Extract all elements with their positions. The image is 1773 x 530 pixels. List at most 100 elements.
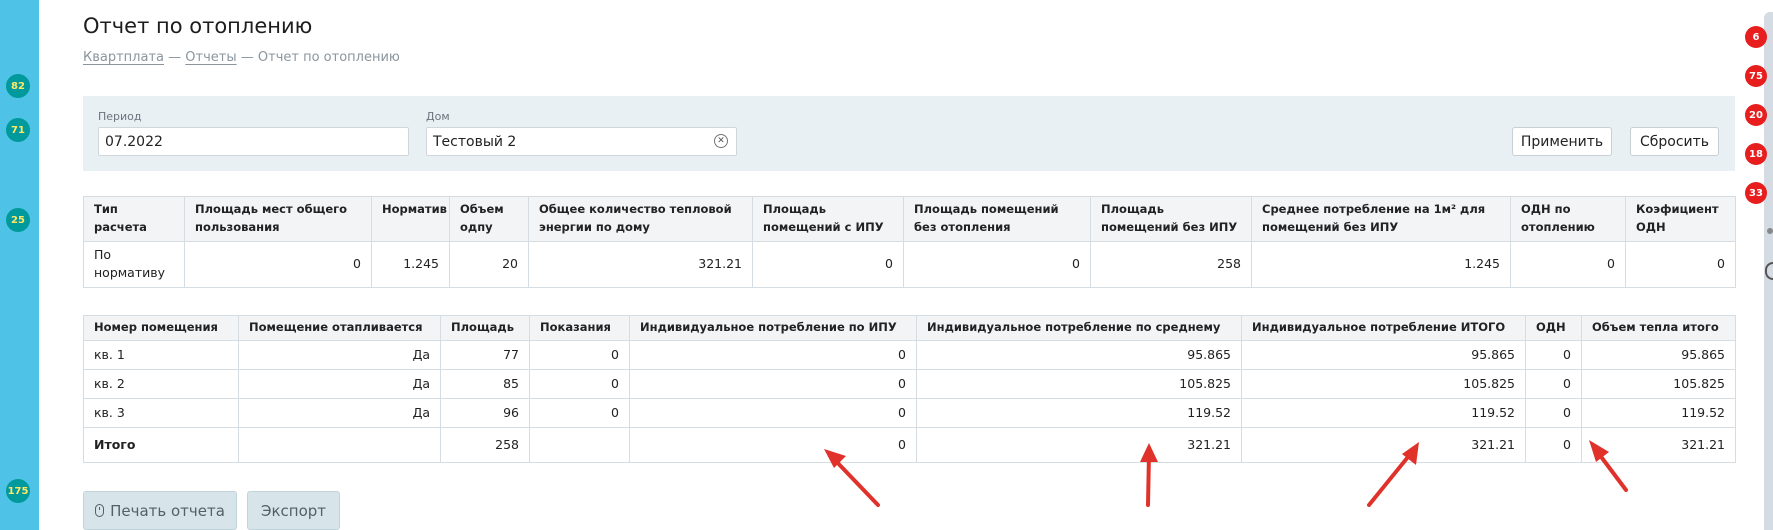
table-cell: кв. 3 — [83, 397, 239, 428]
table-cell: 119.52 — [916, 397, 1242, 428]
col-header: Индивидуальное потребление по среднему — [916, 315, 1242, 341]
table-row: кв. 1 Да 77 0 0 95.865 95.865 0 95.865 — [83, 339, 1736, 370]
app-root: 82 71 25 175 6 75 20 18 33 Отчет по отоп… — [0, 0, 1773, 530]
dot-icon — [1767, 228, 1773, 234]
col-header: Площадь мест общего пользования — [184, 196, 372, 242]
table-cell: 0 — [529, 339, 630, 370]
col-header: ОДН — [1525, 315, 1582, 341]
total-label: Итого — [83, 426, 239, 463]
chat-icon[interactable] — [1765, 262, 1773, 280]
house-select[interactable]: Тестовый 2 ✕ — [426, 127, 737, 156]
clear-icon[interactable]: ✕ — [714, 134, 728, 148]
house-select-value: Тестовый 2 — [433, 134, 517, 150]
table-cell: 321.21 — [1581, 426, 1736, 463]
apply-button[interactable]: Применить — [1512, 127, 1612, 156]
table-row: По нормативу 0 1.245 20 321.21 0 0 258 1… — [83, 240, 1736, 288]
table-cell: 105.825 — [916, 368, 1242, 399]
table-cell: 0 — [752, 240, 904, 288]
col-header: Индивидуальное потребление по ИПУ — [629, 315, 917, 341]
table-cell: 0 — [629, 426, 917, 463]
col-header: Площадь — [440, 315, 530, 341]
mouse-icon — [95, 504, 105, 517]
table-cell: 0 — [629, 397, 917, 428]
table-cell: 1.245 — [371, 240, 450, 288]
table-cell: 20 — [449, 240, 529, 288]
notification-badge[interactable]: 20 — [1745, 104, 1767, 126]
notification-badge[interactable]: 18 — [1745, 143, 1767, 165]
breadcrumb-link-reports[interactable]: Отчеты — [185, 50, 236, 65]
table-cell: 321.21 — [528, 240, 753, 288]
table-cell: 0 — [529, 397, 630, 428]
table-cell: 95.865 — [916, 339, 1242, 370]
table-cell — [238, 426, 441, 463]
table-cell: 0 — [629, 339, 917, 370]
col-header: Индивидуальное потребление ИТОГО — [1241, 315, 1526, 341]
sidebar-badge[interactable]: 71 — [6, 118, 30, 142]
table-cell: 96 — [440, 397, 530, 428]
rooms-header-row: Номер помещения Помещение отапливается П… — [83, 315, 1736, 341]
table-cell: 85 — [440, 368, 530, 399]
breadcrumb-separator: — — [240, 50, 254, 65]
col-header: Площадь помещений с ИПУ — [752, 196, 904, 242]
notification-badge[interactable]: 6 — [1745, 26, 1767, 48]
filter-bar: Период 07.2022 Дом Тестовый 2 ✕ Применит… — [83, 96, 1735, 171]
breadcrumb-current: Отчет по отоплению — [257, 50, 400, 65]
breadcrumb: Квартплата — Отчеты — Отчет по отоплению — [83, 50, 400, 65]
sidebar-badge[interactable]: 82 — [6, 74, 30, 98]
col-header: Показания — [529, 315, 630, 341]
table-cell: 0 — [1525, 397, 1582, 428]
table-cell: 1.245 — [1251, 240, 1511, 288]
col-header: Площадь помещений без ИПУ — [1090, 196, 1252, 242]
col-header: Общее количество тепловой энергии по дом… — [528, 196, 753, 242]
col-header: ОДН по отоплению — [1510, 196, 1626, 242]
table-row: кв. 2 Да 85 0 0 105.825 105.825 0 105.82… — [83, 368, 1736, 399]
col-header: Номер помещения — [83, 315, 239, 341]
table-cell: 0 — [1625, 240, 1736, 288]
table-cell: 95.865 — [1581, 339, 1736, 370]
table-cell: 105.825 — [1581, 368, 1736, 399]
col-header: Объем тепла итого — [1581, 315, 1736, 341]
col-header: Площадь помещений без отопления — [903, 196, 1091, 242]
table-cell: 119.52 — [1581, 397, 1736, 428]
table-cell: 0 — [1525, 368, 1582, 399]
table-cell: 95.865 — [1241, 339, 1526, 370]
sidebar-badge[interactable]: 175 — [6, 479, 30, 503]
table-cell: 105.825 — [1241, 368, 1526, 399]
left-sidebar: 82 71 25 175 — [0, 0, 39, 530]
reset-button[interactable]: Сбросить — [1630, 127, 1719, 156]
breadcrumb-separator: — — [168, 50, 182, 65]
total-row: Итого 258 0 321.21 321.21 0 321.21 — [83, 426, 1736, 463]
sidebar-badge[interactable]: 25 — [6, 208, 30, 232]
col-header: Тип расчета — [83, 196, 185, 242]
table-cell: Да — [238, 397, 441, 428]
print-report-label: Печать отчета — [110, 501, 225, 520]
table-cell: 0 — [1510, 240, 1626, 288]
table-cell: 0 — [629, 368, 917, 399]
print-report-button[interactable]: Печать отчета — [83, 491, 237, 530]
table-cell: 0 — [903, 240, 1091, 288]
table-cell — [529, 426, 630, 463]
table-cell: 0 — [1525, 339, 1582, 370]
table-cell: 258 — [440, 426, 530, 463]
table-cell: кв. 1 — [83, 339, 239, 370]
rooms-table: Номер помещения Помещение отапливается П… — [83, 315, 1736, 463]
period-label: Период — [98, 110, 142, 123]
table-cell: 77 — [440, 339, 530, 370]
table-cell: По нормативу — [83, 240, 185, 288]
export-button[interactable]: Экспорт — [247, 491, 340, 530]
summary-table: Тип расчета Площадь мест общего пользова… — [83, 196, 1736, 288]
notification-badge[interactable]: 75 — [1745, 65, 1767, 87]
notification-badge[interactable]: 33 — [1745, 182, 1767, 204]
table-cell: 258 — [1090, 240, 1252, 288]
table-cell: Да — [238, 339, 441, 370]
summary-header-row: Тип расчета Площадь мест общего пользова… — [83, 196, 1736, 242]
house-label: Дом — [426, 110, 450, 123]
period-input[interactable]: 07.2022 — [98, 127, 409, 156]
table-cell: 321.21 — [916, 426, 1242, 463]
breadcrumb-link-kvartplata[interactable]: Квартплата — [83, 50, 164, 65]
page-title: Отчет по отоплению — [83, 14, 313, 38]
col-header: Объем одпу — [449, 196, 529, 242]
table-cell: 0 — [529, 368, 630, 399]
col-header: Норматив — [371, 196, 450, 242]
table-row: кв. 3 Да 96 0 0 119.52 119.52 0 119.52 — [83, 397, 1736, 428]
